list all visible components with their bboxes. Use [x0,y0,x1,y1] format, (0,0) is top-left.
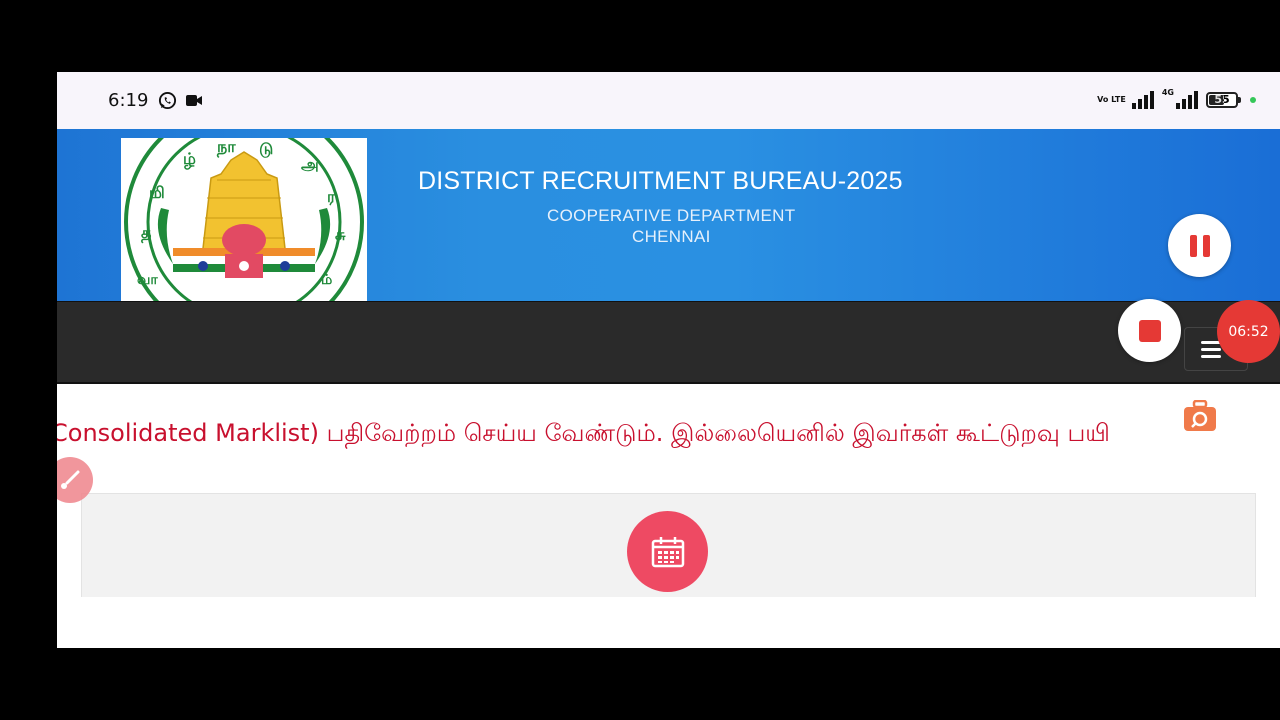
city-name: CHENNAI [632,227,711,246]
toolbox-icon [1183,399,1216,431]
stop-icon [1138,319,1161,342]
volte-indicator: Vo LTE [1097,95,1126,104]
tamil-nadu-emblem: த மி ழ் நா டு அ ர சு வா ம் [121,138,367,301]
status-right-icons: Vo LTE 4G 55 [1097,88,1256,112]
svg-text:டு: டு [259,139,273,158]
recorder-pause-button[interactable] [1168,214,1231,277]
header-banner: த மி ழ் நா டு அ ர சு வா ம் DISTRICT RECR… [57,129,1280,301]
pause-icon [1189,234,1197,257]
brush-icon [61,470,80,489]
recorder-tools-button[interactable] [1168,384,1231,447]
svg-text:த: த [141,223,152,243]
svg-text:ழ்: ழ் [183,149,196,169]
network-type: 4G [1161,88,1174,97]
status-bar: 6:19 Vo LTE 4G 55 [57,72,1280,129]
svg-text:மி: மி [149,183,165,202]
svg-text:வா: வா [137,272,158,288]
department-name: COOPERATIVE DEPARTMENT [547,206,796,225]
signal-4g-icon [1176,91,1198,109]
battery-icon: 55 [1206,92,1241,108]
svg-text:ர: ர [327,187,336,206]
nav-bar [57,301,1280,384]
calendar-button[interactable] [627,511,708,592]
page-title: DISTRICT RECRUITMENT BUREAU-2025 [418,167,903,195]
scrolling-notice: Consolidated Marklist) பதிவேற்றம் செய்ய … [57,419,1110,447]
privacy-indicator-dot [1250,97,1256,103]
hamburger-icon-line [1201,355,1221,358]
svg-text:அ: அ [301,155,319,174]
svg-text:ம்: ம் [321,272,332,288]
status-time: 6:19 [108,90,149,111]
signal-icon [1131,91,1154,109]
battery-level: 55 [1214,93,1230,106]
whatsapp-icon [158,91,177,110]
hamburger-icon-line [1201,348,1221,351]
calendar-icon [651,536,684,567]
svg-text:நா: நா [216,138,236,157]
pause-icon-bar [1202,234,1210,257]
svg-text:சு: சு [335,225,346,244]
video-camera-icon [186,95,202,106]
phone-screen: 6:19 Vo LTE 4G 55 த மி ழ் நா டு அ ர சு வ… [57,72,1280,648]
recorder-stop-button[interactable] [1118,299,1181,362]
recorder-timer[interactable]: 06:52 [1217,300,1280,363]
